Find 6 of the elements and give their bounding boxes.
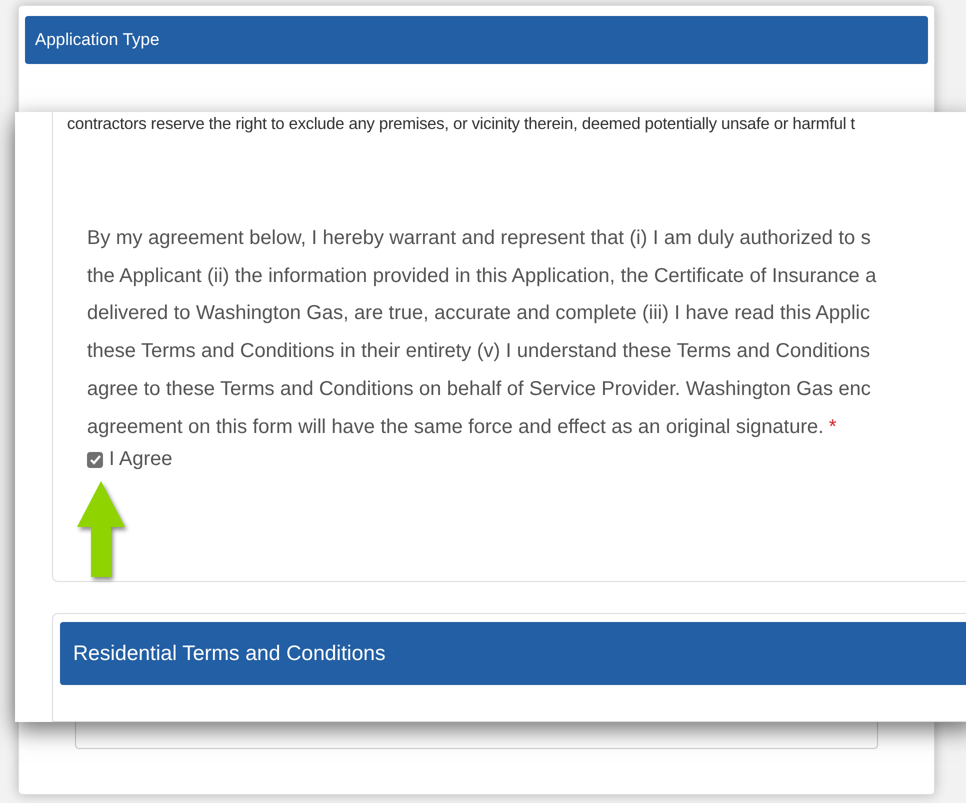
agree-checkbox[interactable] <box>87 452 103 468</box>
section-header: Residential Terms and Conditions <box>60 622 966 686</box>
agree-label: I Agree <box>109 448 172 472</box>
section-header: Application Type <box>25 16 928 64</box>
terms-text: contractors reserve the right to exclude any premises, or vicinity therein, deemed potentially unsafe or harmful t <box>67 114 856 134</box>
agreement-paragraph: By my agreement below, I hereby warrant and represent that (i) I am duly authorized to s the Applicant (ii) the information provided in this Application, the Certificate of Insurance a delivered to Washington Gas, are true, accurate and complete (iii) I have read this Applic these Terms and Conditions in their entirety (v) I understand these Terms and Conditions agree to these Terms and Conditions on behalf of Service Provider. Washington Gas enc agreement on this form will have the same force and effect as an original signature. * <box>87 226 878 440</box>
